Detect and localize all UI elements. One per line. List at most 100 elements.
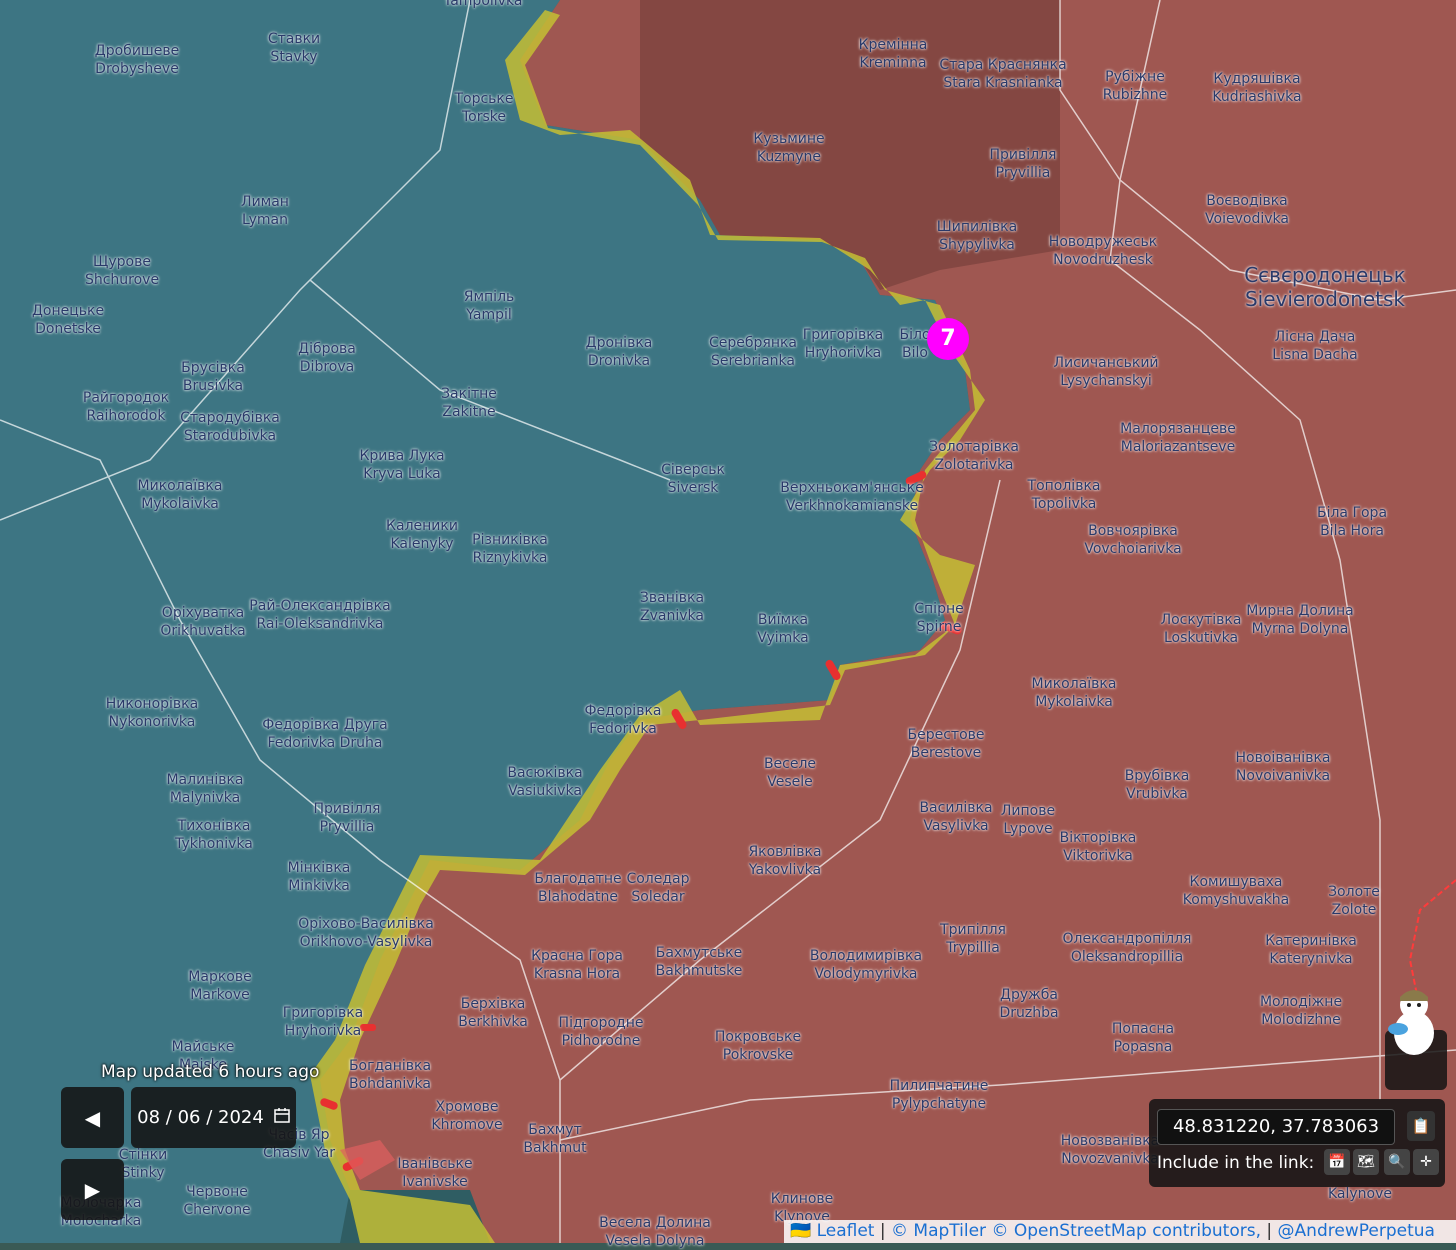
place-label-torske: Торське Torske <box>454 90 513 126</box>
place-label-bohdanivka: Богданівка Bohdanivka <box>349 1057 431 1093</box>
place-name-ua: Вовчоярівка <box>1088 523 1178 539</box>
place-label-orikhuvatka: Оріхуватка Orikhuvatka <box>160 604 245 640</box>
place-name-ua: Красна Гора <box>531 948 623 964</box>
place-label-pokrovske: Покровське Pokrovske <box>715 1028 801 1064</box>
place-name-ua: Соледар <box>626 871 690 887</box>
place-name-ua: Пилипчатине <box>889 1078 989 1094</box>
place-name-ua: Григорівка <box>282 1005 364 1021</box>
place-name-ua: Спірне <box>914 601 964 617</box>
place-name-ua: Сєвєродонецьк <box>1244 263 1406 287</box>
place-name-ua: Лисичанський <box>1053 355 1159 371</box>
place-name-en: Minkivka <box>288 878 350 894</box>
leaflet-link[interactable]: Leaflet <box>817 1221 875 1241</box>
place-label-drobysheve: Дробишеве Drobysheve <box>95 42 179 78</box>
place-label-spirne: Спірне Spirne <box>914 600 963 636</box>
place-name-ua: Рубіжне <box>1105 69 1165 85</box>
coordinates-field[interactable]: 48.831220, 37.783063 <box>1157 1109 1395 1145</box>
place-label-voievodivka: Воєводівка Voievodivka <box>1205 192 1289 228</box>
place-name-ua: Яковлівка <box>748 844 822 860</box>
place-name-en: Viktorivka <box>1063 848 1133 864</box>
place-name-en: Katerynivka <box>1269 951 1353 967</box>
ukraine-flag-icon: 🇺🇦 <box>790 1221 812 1241</box>
place-name-ua: Привілля <box>313 801 381 817</box>
place-label-dibrova: Діброва Dibrova <box>298 340 356 376</box>
place-name-ua: Каленики <box>386 518 458 534</box>
place-name-ua: Клинове <box>770 1191 834 1207</box>
place-label-khromove: Хромове Khromove <box>431 1098 502 1134</box>
place-label-kalenyky: Каленики Kalenyky <box>386 517 458 553</box>
place-name-en: Vesele <box>767 774 813 790</box>
place-name-en: Volodymyrivka <box>814 966 918 982</box>
place-label-pryvillia-n: Привілля Pryvillia <box>990 146 1057 182</box>
crosshair-icon[interactable]: ✛ <box>1413 1149 1439 1175</box>
place-label-malynivka: Малинівка Malynivka <box>166 771 243 807</box>
calendar-icon[interactable] <box>274 1107 290 1128</box>
place-name-en: Novozvanivka <box>1061 1151 1159 1167</box>
place-label-lysychanskyi: Лисичанський Lysychanskyi <box>1053 354 1158 390</box>
place-name-en: Kryva Luka <box>363 466 441 482</box>
place-name-ua: Новоіванівка <box>1235 750 1331 766</box>
place-name-en: Zolote <box>1331 902 1377 918</box>
event-marker[interactable]: 7 <box>927 318 969 360</box>
place-label-siversk: Сіверськ Siversk <box>661 461 725 497</box>
map-icon[interactable]: 🗺 <box>1353 1149 1379 1175</box>
place-name-ua: Ямпіль <box>463 289 515 305</box>
place-name-ua: Миколаївка <box>137 478 223 494</box>
zoom-icon[interactable]: 🔍 <box>1384 1149 1410 1175</box>
place-label-stara-krasnianka: Стара Краснянка Stara Krasnianka <box>939 56 1066 92</box>
place-name-en: Maloriazantseve <box>1120 439 1236 455</box>
place-name-ua: Оріхуватка <box>161 605 245 621</box>
place-name-en: Hryhorivka <box>804 345 882 361</box>
place-name-en: Kreminna <box>859 55 927 71</box>
place-label-fedorivka: Федорівка Fedorivka <box>585 702 662 738</box>
place-name-ua: Сіверськ <box>661 462 725 478</box>
osm-link[interactable]: © OpenStreetMap contributors, <box>991 1221 1261 1241</box>
place-label-minkivka: Мінківка Minkivka <box>288 859 351 895</box>
place-name-en: Vovchoiarivka <box>1084 541 1182 557</box>
place-name-en: Drobysheve <box>95 61 179 77</box>
place-label-bila-hora: Біла Гора Bila Hora <box>1317 504 1387 540</box>
place-name-en: Stinky <box>121 1165 165 1181</box>
place-label-komyshuvakha: Комишуваха Komyshuvakha <box>1183 873 1289 909</box>
place-label-novoivanivka: Новоіванівка Novoivanivka <box>1236 749 1331 785</box>
place-label-kreminna: Кремінна Kreminna <box>859 36 928 72</box>
clipboard-icon[interactable]: 📋 <box>1407 1111 1435 1141</box>
place-name-en: Vyimka <box>757 630 809 646</box>
place-name-ua: Григорівка <box>802 327 884 343</box>
date-picker[interactable]: 08 / 06 / 2024 <box>131 1087 296 1148</box>
place-name-ua: Мирна Долина <box>1246 603 1354 619</box>
place-name-en: Verkhnokamianske <box>785 498 919 514</box>
place-name-en: Topolivka <box>1031 496 1097 512</box>
place-label-pidhorodne: Підгородне Pidhorodne <box>559 1014 644 1050</box>
place-name-en: Pryvillia <box>319 819 375 835</box>
place-name-en: Fedorivka <box>589 721 657 737</box>
place-name-en: Sievierodonetsk <box>1244 287 1406 311</box>
place-name-en: Ivanivske <box>402 1174 468 1190</box>
place-label-novodruzhesk: Новодружеськ Novodruzhesk <box>1049 233 1157 269</box>
place-name-en: Serebrianka <box>711 353 795 369</box>
place-label-chervone: Червоне Chervone <box>183 1183 250 1219</box>
previous-date-button[interactable]: ◀ <box>61 1087 124 1148</box>
place-label-kalynove: Kalynove <box>1328 1185 1392 1203</box>
place-name-ua: Біло <box>899 327 931 343</box>
next-date-button[interactable]: ▶ <box>61 1159 124 1220</box>
place-name-en: Loskutivka <box>1163 630 1239 646</box>
place-name-en: Krasna Hora <box>533 966 621 982</box>
author-link[interactable]: @AndrewPerpetua <box>1278 1221 1435 1241</box>
place-name-ua: Мінківка <box>287 860 351 876</box>
place-label-lypove: Липове Lypove <box>1001 802 1055 838</box>
place-name-ua: Врубівка <box>1124 768 1190 784</box>
place-name-ua: Тихонівка <box>177 818 251 834</box>
place-label-soledar: Соледар Soledar <box>626 870 689 906</box>
place-name-ua: Веселе <box>763 756 817 772</box>
place-label-brusivka: Брусівка Brusivka <box>181 359 245 395</box>
place-label-oleksandropillia: Олександропілля Oleksandropillia <box>1063 930 1192 966</box>
place-label-popasna: Попасна Popasna <box>1112 1020 1174 1056</box>
place-label-vasylivka: Василівка Vasylivka <box>919 799 992 835</box>
place-label-kuzmyne: Кузьмине Kuzmyne <box>753 130 824 166</box>
maptiler-link[interactable]: © MapTiler <box>891 1221 986 1241</box>
place-name-ua: Берхівка <box>460 996 526 1012</box>
calendar-icon[interactable]: 📅 <box>1324 1149 1350 1175</box>
place-label-donetske: Донецьке Donetske <box>32 302 104 338</box>
place-label-verkhnokamianske: Верхньокам'янське Verkhnokamianske <box>780 479 923 515</box>
